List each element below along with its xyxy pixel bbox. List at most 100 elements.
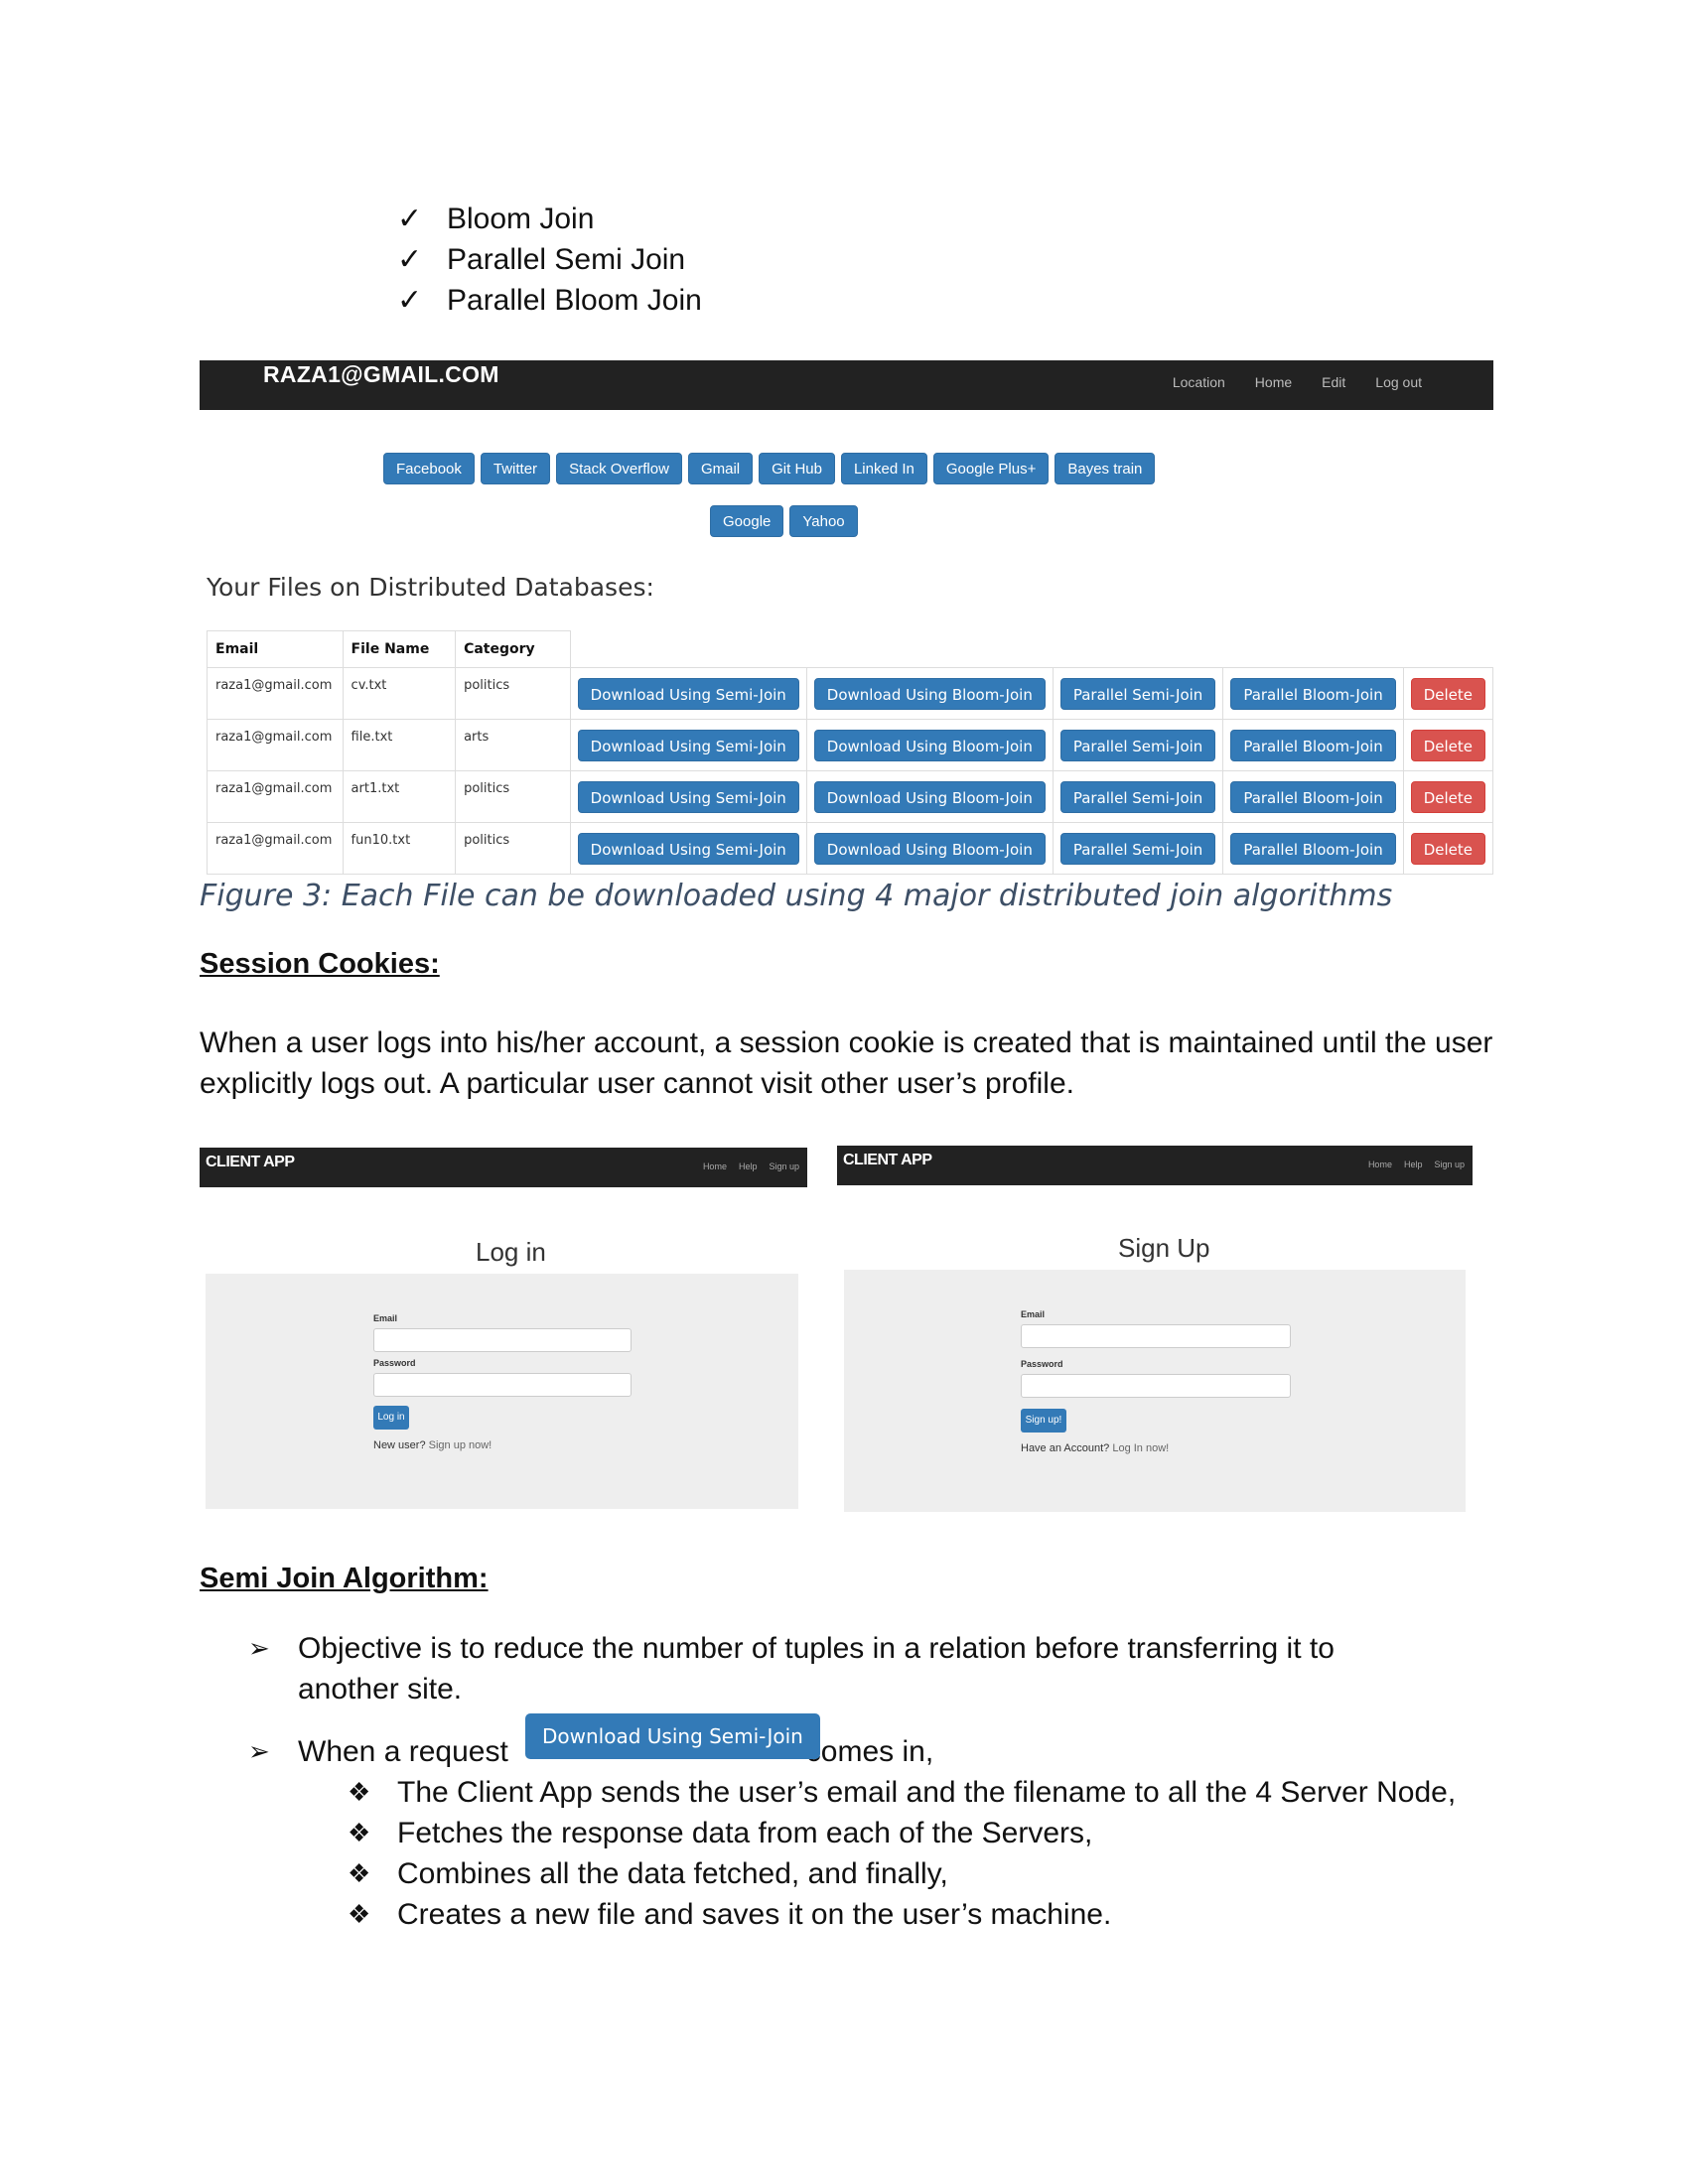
email-input[interactable] [1021,1324,1291,1348]
download-semi-join-button[interactable]: Download Using Semi-Join [577,677,799,710]
delete-button[interactable]: Delete [1410,780,1485,813]
client-navbar: CLIENT APP Home Help Sign up [837,1146,1473,1185]
login-link[interactable]: Log In now! [1112,1442,1169,1454]
step-text: The Client App sends the user’s email an… [397,1776,1457,1809]
download-semi-join-button[interactable]: Download Using Semi-Join [577,729,799,761]
nav-link-edit[interactable]: Edit [1322,374,1345,390]
linkedin-button[interactable]: Linked In [840,453,927,484]
cell-action: Delete [1402,719,1494,771]
signup-link[interactable]: Sign up now! [429,1439,492,1451]
checklist-label: Bloom Join [447,203,595,235]
parallel-bloom-join-button[interactable]: Parallel Bloom-Join [1230,677,1396,710]
parallel-semi-join-button[interactable]: Parallel Semi-Join [1059,832,1216,865]
download-semi-join-button[interactable]: Download Using Semi-Join [577,832,799,865]
bullet-item: ➢ Objective is to reduce the number of t… [248,1628,1335,1709]
email-input[interactable] [373,1328,632,1352]
nav-link-help[interactable]: Help [1404,1160,1423,1169]
nav-link-help[interactable]: Help [739,1161,758,1171]
cell-action: Parallel Bloom-Join [1222,822,1404,875]
delete-button[interactable]: Delete [1410,832,1485,865]
cell-category: politics [455,770,571,823]
download-bloom-join-button[interactable]: Download Using Bloom-Join [813,677,1046,710]
delete-button[interactable]: Delete [1410,729,1485,761]
login-panel: Email Password Log in New user? Sign up … [206,1274,798,1509]
cell-action: Download Using Bloom-Join [805,719,1054,771]
nav-link-home[interactable]: Home [1368,1160,1392,1169]
cell-email: raza1@gmail.com [207,719,344,771]
cell-action: Parallel Semi-Join [1052,719,1224,771]
twitter-button[interactable]: Twitter [480,453,551,484]
login-title: Log in [476,1237,546,1267]
cell-action: Parallel Semi-Join [1052,667,1224,720]
diamond-bullet-icon: ❖ [348,1858,371,1888]
nav-link-signup[interactable]: Sign up [1434,1160,1465,1169]
diamond-bullet-icon: ❖ [348,1899,371,1929]
signup-note: New user? Sign up now! [373,1439,492,1451]
signup-panel: Email Password Sign up! Have an Account?… [844,1270,1466,1512]
nav-link-home[interactable]: Home [1255,374,1292,390]
client-brand[interactable]: CLIENT APP [843,1152,932,1169]
client-nav-links: Home Help Sign up [703,1161,799,1171]
nav-link-home[interactable]: Home [703,1161,727,1171]
top-navbar: RAZA1@GMAIL.COM Location Home Edit Log o… [200,360,1493,410]
table-row: raza1@gmail.com cv.txt politics Download… [207,667,1494,720]
password-input[interactable] [1021,1374,1291,1398]
nav-link-signup[interactable]: Sign up [769,1161,799,1171]
cell-action: Delete [1402,822,1494,875]
delete-button[interactable]: Delete [1410,677,1485,710]
table-row: raza1@gmail.com fun10.txt politics Downl… [207,822,1494,875]
password-label: Password [1021,1359,1063,1369]
download-bloom-join-button[interactable]: Download Using Bloom-Join [813,780,1046,813]
download-bloom-join-button[interactable]: Download Using Bloom-Join [813,832,1046,865]
github-button[interactable]: Git Hub [759,453,835,484]
client-nav-links: Home Help Sign up [1368,1160,1465,1169]
nav-link-location[interactable]: Location [1173,374,1225,390]
facebook-button[interactable]: Facebook [383,453,475,484]
semi-join-heading: Semi Join Algorithm: [200,1563,489,1594]
cell-file-name: fun10.txt [342,822,457,875]
parallel-semi-join-button[interactable]: Parallel Semi-Join [1059,780,1216,813]
client-brand[interactable]: CLIENT APP [206,1154,295,1171]
cell-action: Download Using Semi-Join [569,822,807,875]
gmail-button[interactable]: Gmail [687,453,754,484]
checkmark-icon: ✓ [397,284,423,317]
table-header-row: Email File Name Category [207,630,1493,668]
download-bloom-join-button[interactable]: Download Using Bloom-Join [813,729,1046,761]
nav-link-logout[interactable]: Log out [1375,374,1422,390]
table-row: raza1@gmail.com art1.txt politics Downlo… [207,770,1494,823]
signup-button[interactable]: Sign up! [1021,1409,1066,1433]
parallel-bloom-join-button[interactable]: Parallel Bloom-Join [1230,729,1396,761]
social-buttons-row: Facebook Twitter Stack Overflow Gmail Gi… [383,453,1156,484]
parallel-semi-join-button[interactable]: Parallel Semi-Join [1059,729,1216,761]
session-paragraph: When a user logs into his/her account, a… [200,1026,1493,1100]
column-header-category: Category [455,630,571,668]
cell-action: Delete [1402,667,1494,720]
note-prefix: Have an Account? [1021,1442,1113,1454]
cell-action: Parallel Bloom-Join [1222,770,1404,823]
inline-download-semi-join-button[interactable]: Download Using Semi-Join [525,1713,820,1759]
download-semi-join-button[interactable]: Download Using Semi-Join [577,780,799,813]
password-input[interactable] [373,1373,632,1397]
google-button[interactable]: Google [710,505,784,537]
parallel-bloom-join-button[interactable]: Parallel Bloom-Join [1230,832,1396,865]
parallel-semi-join-button[interactable]: Parallel Semi-Join [1059,677,1216,710]
table-row: raza1@gmail.com file.txt arts Download U… [207,719,1494,771]
signup-title: Sign Up [1118,1233,1210,1263]
login-button[interactable]: Log in [373,1406,409,1430]
parallel-bloom-join-button[interactable]: Parallel Bloom-Join [1230,780,1396,813]
yahoo-button[interactable]: Yahoo [789,505,858,537]
cell-action: Download Using Semi-Join [569,770,807,823]
cell-action: Parallel Semi-Join [1052,770,1224,823]
bayes-train-button[interactable]: Bayes train [1055,453,1156,484]
google-plus-button[interactable]: Google Plus+ [932,453,1050,484]
step-item: ❖ Combines all the data fetched, and fina… [348,1853,1456,1894]
diamond-bullet-icon: ❖ [348,1777,371,1807]
step-text: Combines all the data fetched, and final… [397,1857,948,1890]
cell-file-name: cv.txt [342,667,457,720]
diamond-bullet-icon: ❖ [348,1818,371,1847]
navbar-brand[interactable]: RAZA1@GMAIL.COM [263,360,499,410]
files-table: Email File Name Category raza1@gmail.com… [207,630,1494,875]
step-text: Fetches the response data from each of t… [397,1817,1093,1849]
checkmark-icon: ✓ [397,203,423,235]
stack-overflow-button[interactable]: Stack Overflow [556,453,682,484]
